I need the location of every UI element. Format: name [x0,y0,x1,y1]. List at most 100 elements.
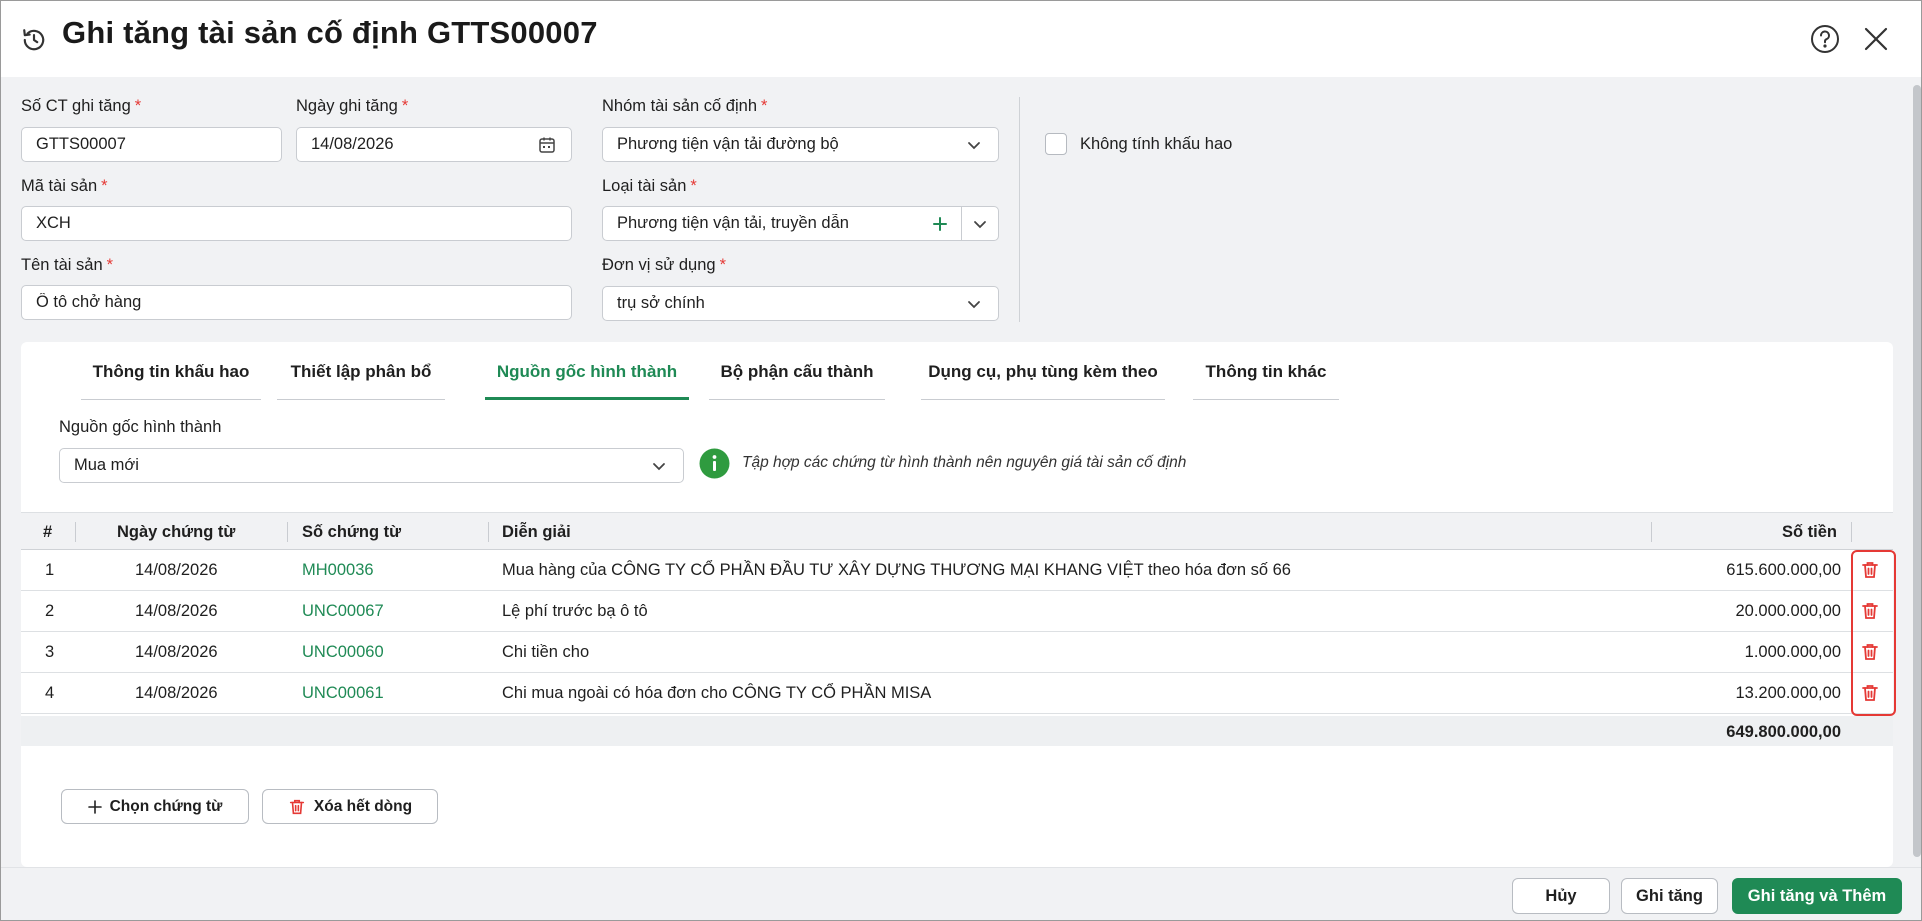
tab-accessories[interactable]: Dụng cụ, phụ tùng kèm theo [921,360,1165,400]
no-depreciation-checkbox[interactable] [1045,133,1067,155]
detail-panel: Thông tin khấu hao Thiết lập phân bổ Ngu… [21,342,1896,867]
calendar-icon[interactable] [537,135,557,155]
row-description: Mua hàng của CÔNG TY CỔ PHẦN ĐẦU TƯ XÂY … [502,561,1291,579]
row-amount: 13.200.000,00 [1735,684,1841,702]
info-icon [699,448,730,479]
row-date: 14/08/2026 [135,684,218,702]
table-row[interactable]: 3 14/08/2026 UNC00060 Chi tiền cho 1.000… [21,632,1893,673]
asset-group-select[interactable]: Phương tiện vận tải đường bộ [602,127,999,162]
cancel-button[interactable]: Hủy [1512,878,1610,914]
row-voucher-link[interactable]: UNC00061 [302,673,384,714]
save-button[interactable]: Ghi tăng [1621,878,1718,914]
plus-icon[interactable] [930,214,950,234]
dialog-window: Ghi tăng tài sản cố định GTTS00007 Số CT… [0,0,1922,921]
trash-icon[interactable] [1860,601,1880,621]
row-date: 14/08/2026 [135,602,218,620]
required-mark: * [761,97,768,115]
asset-group-label: Nhóm tài sản cố định * [602,97,767,116]
chevron-down-icon[interactable] [964,294,984,314]
asset-group-label-text: Nhóm tài sản cố định [602,97,758,115]
voucher-no-label: Số CT ghi tăng * [21,97,141,116]
required-mark: * [690,177,697,195]
trash-icon[interactable] [1860,642,1880,662]
chevron-down-icon[interactable] [649,456,669,476]
form-area: Số CT ghi tăng * GTTS00007 Ngày ghi tăng *… [1,77,1911,339]
row-voucher-link[interactable]: UNC00060 [302,632,384,673]
asset-code-input[interactable]: XCH [21,206,572,241]
help-icon[interactable] [1810,24,1840,54]
plus-icon [87,799,102,814]
row-amount: 615.600.000,00 [1726,561,1841,579]
row-description: Chi mua ngoài có hóa đơn cho CÔNG TY CỔ … [502,684,932,702]
asset-type-label-text: Loại tài sản [602,177,687,195]
voucher-no-value: GTTS00007 [36,135,126,153]
dialog-footer: Hủy Ghi tăng Ghi tăng và Thêm [1,867,1921,920]
row-voucher-link[interactable]: UNC00067 [302,591,384,632]
total-row: 649.800.000,00 [21,716,1893,746]
vertical-scrollbar[interactable] [1911,77,1921,867]
source-label: Nguồn gốc hình thành [59,418,222,436]
tab-allocation-setup[interactable]: Thiết lập phân bổ [277,360,445,400]
required-mark: * [401,97,409,115]
asset-name-value: Ô tô chở hàng [36,293,142,311]
row-date: 14/08/2026 [135,643,218,661]
row-amount: 20.000.000,00 [1735,602,1841,620]
asset-type-select[interactable]: Phương tiện vận tải, truyền dẫn [602,206,999,241]
required-mark: * [101,177,108,195]
table-header: # Ngày chứng từ Số chứng từ Diễn giải Số… [21,512,1893,550]
history-icon[interactable] [21,27,47,53]
row-index: 3 [45,643,55,661]
col-separator [488,522,489,542]
asset-name-label: Tên tài sản * [21,256,113,275]
voucher-no-label-text: Số CT ghi tăng [21,97,131,115]
row-voucher-link[interactable]: MH00036 [302,550,374,591]
source-info-text: Tập hợp các chứng từ hình thành nên nguy… [742,454,1187,471]
asset-code-label-text: Mã tài sản [21,177,98,195]
choose-voucher-label: Chọn chứng từ [109,797,223,815]
row-index: 2 [45,602,55,620]
asset-code-value: XCH [36,214,71,232]
choose-voucher-button[interactable]: Chọn chứng từ [61,789,249,824]
unit-label-text: Đơn vị sử dụng [602,256,716,274]
table-row[interactable]: 1 14/08/2026 MH00036 Mua hàng của CÔNG T… [21,550,1893,591]
chevron-down-icon[interactable] [964,135,984,155]
col-separator [75,522,76,542]
col-description: Diễn giải [502,523,571,541]
close-icon[interactable] [1862,25,1890,53]
table-row[interactable]: 2 14/08/2026 UNC00067 Lệ phí trước bạ ô … [21,591,1893,632]
delete-all-rows-button[interactable]: Xóa hết dòng [262,789,438,824]
row-index: 4 [45,684,55,702]
total-amount: 649.800.000,00 [1726,723,1841,741]
unit-select[interactable]: trụ sở chính [602,286,999,321]
date-input[interactable]: 14/08/2026 [296,127,572,162]
chevron-down-icon[interactable] [962,214,998,234]
voucher-no-input[interactable]: GTTS00007 [21,127,282,162]
trash-icon [289,799,305,814]
dialog-title: Ghi tăng tài sản cố định GTTS00007 [62,15,598,50]
tab-components[interactable]: Bộ phận cấu thành [709,360,885,400]
trash-icon[interactable] [1860,683,1880,703]
trash-icon[interactable] [1860,560,1880,580]
unit-label: Đơn vị sử dụng * [602,256,726,275]
date-label-text: Ngày ghi tăng [296,97,398,115]
save-and-add-button[interactable]: Ghi tăng và Thêm [1732,878,1902,914]
asset-name-input[interactable]: Ô tô chở hàng [21,285,572,320]
asset-code-label: Mã tài sản * [21,177,108,196]
col-date: Ngày chứng từ [117,523,236,541]
table-row[interactable]: 4 14/08/2026 UNC00061 Chi mua ngoài có h… [21,673,1893,714]
row-index: 1 [45,561,55,579]
tab-other-info[interactable]: Thông tin khác [1193,360,1339,400]
asset-group-value: Phương tiện vận tải đường bộ [617,135,839,153]
source-select[interactable]: Mua mới [59,448,684,483]
col-separator [287,522,288,542]
dialog-header: Ghi tăng tài sản cố định GTTS00007 [1,1,1921,77]
asset-type-label: Loại tài sản * [602,177,697,196]
required-mark: * [106,256,114,274]
scrollbar-thumb[interactable] [1913,85,1921,857]
row-description: Lệ phí trước bạ ô tô [502,602,648,620]
tab-source-origin[interactable]: Nguồn gốc hình thành [485,360,689,400]
tab-depreciation-info[interactable]: Thông tin khấu hao [81,360,261,400]
delete-all-rows-label: Xóa hết dòng [313,797,413,815]
date-label: Ngày ghi tăng * [296,97,408,116]
col-amount: Số tiền [1781,523,1837,541]
